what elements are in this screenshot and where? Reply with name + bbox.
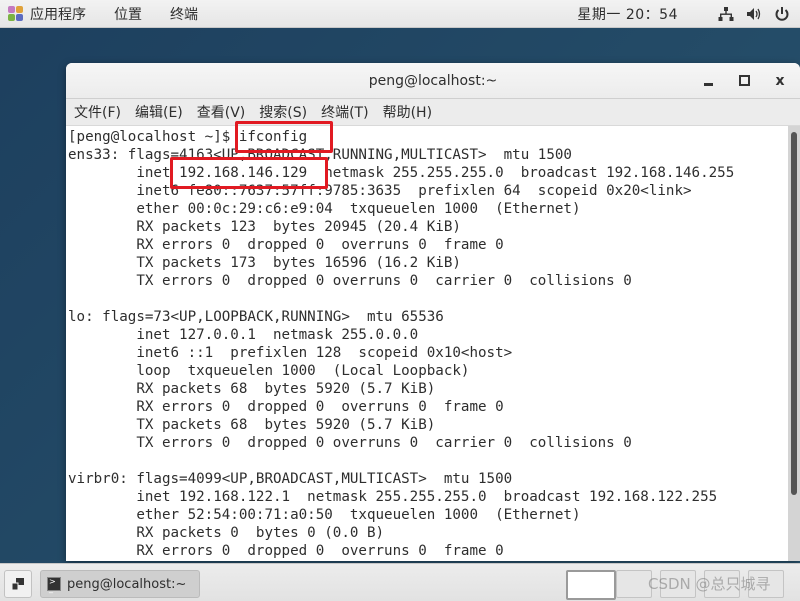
- maximize-icon: [738, 75, 750, 86]
- terminal-app-menu[interactable]: 终端: [170, 4, 198, 24]
- terminal-line: ether 52:54:00:71:a0:50 txqueuelen 1000 …: [68, 507, 581, 523]
- menu-view[interactable]: 查看(V): [197, 102, 246, 122]
- scrollbar[interactable]: [788, 126, 800, 561]
- terminal-icon: > _: [47, 577, 61, 593]
- menu-terminal[interactable]: 终端(T): [321, 102, 368, 122]
- terminal-line: loop txqueuelen 1000 (Local Loopback): [68, 363, 470, 379]
- power-icon[interactable]: [774, 6, 790, 22]
- top-panel: 应用程序 位置 终端 星期一 20：54: [0, 0, 800, 28]
- volume-icon[interactable]: [746, 7, 762, 21]
- maximize-button[interactable]: [732, 69, 756, 93]
- menu-help[interactable]: 帮助(H): [383, 102, 432, 122]
- menu-file[interactable]: 文件(F): [74, 102, 121, 122]
- show-desktop-button[interactable]: [4, 570, 32, 598]
- minimize-icon: [703, 83, 713, 86]
- close-button[interactable]: x: [768, 69, 792, 93]
- terminal-line: TX packets 173 bytes 16596 (16.2 KiB): [68, 255, 461, 271]
- terminal-line: virbr0: flags=4099<UP,BROADCAST,MULTICAS…: [68, 471, 513, 487]
- bottom-panel: > _ peng@localhost:~ CSDN @总只城寻: [0, 563, 800, 601]
- terminal-line: TX packets 68 bytes 5920 (5.7 KiB): [68, 417, 436, 433]
- places-menu[interactable]: 位置: [114, 4, 142, 24]
- terminal-line: lo: flags=73<UP,LOOPBACK,RUNNING> mtu 65…: [68, 309, 444, 325]
- terminal-window: peng@localhost:~ x 文件(F) 编辑(E) 查看(V) 搜索(…: [66, 63, 800, 561]
- terminal-line: ether 00:0c:29:c6:e9:04 txqueuelen 1000 …: [68, 201, 581, 217]
- terminal-line: inet 192.168.122.1 netmask 255.255.255.0…: [68, 489, 718, 505]
- menu-edit[interactable]: 编辑(E): [135, 102, 183, 122]
- terminal-line: inet 192.168.146.129 netmask 255.255.255…: [68, 165, 735, 181]
- watermark: CSDN @总只城寻: [648, 575, 771, 593]
- terminal-line: inet 127.0.0.1 netmask 255.0.0.0: [68, 327, 419, 343]
- terminal-output[interactable]: [peng@localhost ~]$ ifconfig ens33: flags…: [66, 126, 788, 561]
- menu-search[interactable]: 搜索(S): [259, 102, 307, 122]
- terminal-line: TX errors 0 dropped 0 overruns 0 carrier…: [68, 435, 632, 451]
- menubar: 文件(F) 编辑(E) 查看(V) 搜索(S) 终端(T) 帮助(H): [66, 99, 800, 126]
- window-list-icon: [12, 578, 24, 590]
- taskbar-item-label: peng@localhost:~: [67, 576, 187, 592]
- terminal-line: RX packets 68 bytes 5920 (5.7 KiB): [68, 381, 436, 397]
- terminal-line: RX packets 123 bytes 20945 (20.4 KiB): [68, 219, 461, 235]
- terminal-line: RX errors 0 dropped 0 overruns 0 frame 0: [68, 237, 504, 253]
- window-title: peng@localhost:~: [368, 72, 498, 89]
- terminal-line: ens33: flags=4163<UP,BROADCAST,RUNNING,M…: [68, 147, 572, 163]
- applications-logo-icon[interactable]: [8, 5, 24, 22]
- terminal-line: [peng@localhost ~]$ ifconfig: [68, 129, 308, 145]
- clock[interactable]: 星期一 20：54: [577, 4, 678, 24]
- minimize-button[interactable]: [696, 69, 720, 93]
- terminal-line: inet6 ::1 prefixlen 128 scopeid 0x10<hos…: [68, 345, 513, 361]
- terminal-line: RX errors 0 dropped 0 overruns 0 frame 0: [68, 399, 504, 415]
- terminal-line: inet6 fe80::7637:57ff:9785:3635 prefixle…: [68, 183, 692, 199]
- window-titlebar[interactable]: peng@localhost:~ x: [66, 63, 800, 99]
- terminal-line: TX errors 0 dropped 0 overruns 0 carrier…: [68, 273, 632, 289]
- network-icon[interactable]: [718, 6, 734, 21]
- close-icon: x: [775, 72, 785, 89]
- taskbar-terminal-item[interactable]: > _ peng@localhost:~: [40, 570, 200, 598]
- terminal-line: RX errors 0 dropped 0 overruns 0 frame 0: [68, 543, 504, 559]
- scrollbar-thumb[interactable]: [791, 132, 797, 495]
- applications-menu[interactable]: 应用程序: [30, 4, 86, 24]
- workspace-1[interactable]: [566, 570, 616, 600]
- workspace-2[interactable]: [616, 570, 652, 598]
- terminal-line: RX packets 0 bytes 0 (0.0 B): [68, 525, 385, 541]
